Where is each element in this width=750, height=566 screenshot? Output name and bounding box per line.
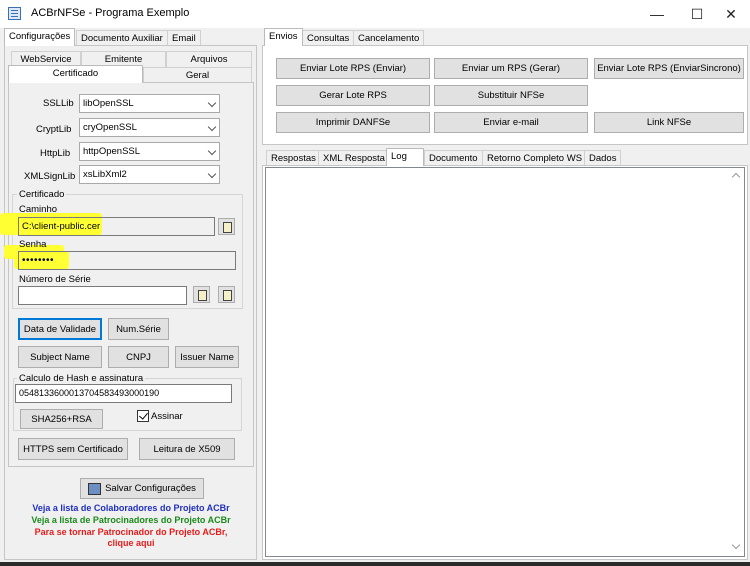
ssllib-select[interactable]: libOpenSSL (79, 94, 220, 113)
num-serie-button[interactable]: Num.Série (108, 318, 169, 340)
folder-open-icon[interactable] (218, 218, 235, 235)
xmlsignlib-value: xsLibXml2 (83, 169, 127, 180)
title-bar: ACBrNFSe - Programa Exemplo — ☐ ✕ (0, 0, 750, 28)
hash-input[interactable]: 05481336000137045834930001​90 (15, 384, 232, 403)
link-nfse-button[interactable]: Link NFSe (594, 112, 744, 133)
tab-arquivos[interactable]: Arquivos (166, 51, 252, 67)
caminho-input[interactable]: C:\client-public.cer (18, 217, 215, 236)
link-patrocinadores[interactable]: Veja a lista de Patrocinadores do Projet… (3, 515, 259, 525)
issuer-name-button[interactable]: Issuer Name (175, 346, 239, 368)
https-sem-certificado-button[interactable]: HTTPS sem Certificado (18, 438, 128, 460)
scrollbar[interactable] (730, 168, 744, 556)
numero-serie-label: Número de Série (19, 274, 91, 285)
app-icon (8, 7, 21, 20)
tab-xml-resposta[interactable]: XML Resposta (318, 150, 390, 166)
hash-group-title: Calculo de Hash e assinatura (17, 373, 146, 384)
httplib-select[interactable]: httpOpenSSL (79, 142, 220, 161)
chevron-down-icon (207, 146, 217, 156)
senha-label: Senha (19, 239, 47, 250)
enviar-email-button[interactable]: Enviar e-mail (434, 112, 588, 133)
httplib-label: HttpLib (40, 148, 71, 159)
subject-name-button[interactable]: Subject Name (18, 346, 102, 368)
tab-geral[interactable]: Geral (143, 67, 252, 83)
assinar-label: Assinar (151, 411, 183, 422)
tab-documento-auxiliar[interactable]: Documento Auxiliar (76, 30, 168, 46)
link-tornar-patrocinador[interactable]: Para se tornar Patrocinador do Projeto A… (3, 527, 259, 537)
data-validade-button[interactable]: Data de Validade (18, 318, 102, 340)
enviar-lote-sincrono-button[interactable]: Enviar Lote RPS (EnviarSincrono) (594, 58, 744, 79)
certificado-group-title: Certificado (17, 189, 67, 200)
ssllib-label: SSLLib (43, 98, 74, 109)
cnpj-button[interactable]: CNPJ (108, 346, 169, 368)
folder-open-icon[interactable] (218, 286, 235, 303)
minimize-button[interactable]: — (637, 4, 677, 24)
ssllib-value: libOpenSSL (83, 98, 134, 109)
enviar-um-rps-button[interactable]: Enviar um RPS (Gerar) (434, 58, 588, 79)
tab-certificado[interactable]: Certificado (8, 65, 143, 83)
close-button[interactable]: ✕ (711, 4, 750, 24)
leitura-x509-button[interactable]: Leitura de X509 (139, 438, 235, 460)
tab-consultas[interactable]: Consultas (302, 30, 355, 46)
tab-dados[interactable]: Dados (584, 150, 622, 166)
tab-documento[interactable]: Documento (424, 150, 483, 166)
tab-cancelamento[interactable]: Cancelamento (353, 30, 425, 46)
chevron-down-icon (207, 98, 217, 108)
salvar-label: Salvar Configurações (105, 483, 196, 494)
link-clique-aqui[interactable]: clique aqui (3, 538, 259, 548)
imprimir-danfse-button[interactable]: Imprimir DANFSe (276, 112, 430, 133)
tab-envios[interactable]: Envios (264, 28, 303, 46)
tab-retorno-completo[interactable]: Retorno Completo WS (482, 150, 588, 166)
save-icon (88, 482, 102, 495)
tab-email[interactable]: Email (167, 30, 201, 46)
window-title: ACBrNFSe - Programa Exemplo (31, 7, 190, 19)
log-memo[interactable] (265, 167, 745, 557)
folder-open-icon[interactable] (193, 286, 210, 303)
cryptlib-select[interactable]: cryOpenSSL (79, 118, 220, 137)
cryptlib-label: CryptLib (36, 124, 72, 135)
chevron-down-icon (207, 122, 217, 132)
taskbar-edge (0, 562, 750, 566)
numero-serie-input[interactable] (18, 286, 187, 305)
link-colaboradores[interactable]: Veja a lista de Colaboradores do Projeto… (3, 503, 259, 513)
enviar-lote-rps-button[interactable]: Enviar Lote RPS (Enviar) (276, 58, 430, 79)
sha256-rsa-button[interactable]: SHA256+RSA (20, 409, 103, 429)
scroll-up-icon[interactable] (731, 172, 741, 182)
chevron-down-icon (207, 169, 217, 179)
cryptlib-value: cryOpenSSL (83, 122, 137, 133)
xmlsignlib-select[interactable]: xsLibXml2 (79, 165, 220, 184)
tab-respostas[interactable]: Respostas (266, 150, 321, 166)
xmlsignlib-label: XMLSignLib (24, 171, 76, 182)
salvar-configuracoes-button[interactable]: Salvar Configurações (80, 478, 204, 499)
tab-configuracoes[interactable]: Configurações (4, 28, 76, 46)
scroll-down-icon[interactable] (731, 540, 741, 550)
gerar-lote-rps-button[interactable]: Gerar Lote RPS (276, 85, 430, 106)
senha-input[interactable]: •••••••• (18, 251, 236, 270)
tab-log[interactable]: Log (386, 148, 424, 166)
substituir-nfse-button[interactable]: Substituir NFSe (434, 85, 588, 106)
assinar-checkbox[interactable] (137, 410, 149, 422)
httplib-value: httpOpenSSL (83, 146, 141, 157)
